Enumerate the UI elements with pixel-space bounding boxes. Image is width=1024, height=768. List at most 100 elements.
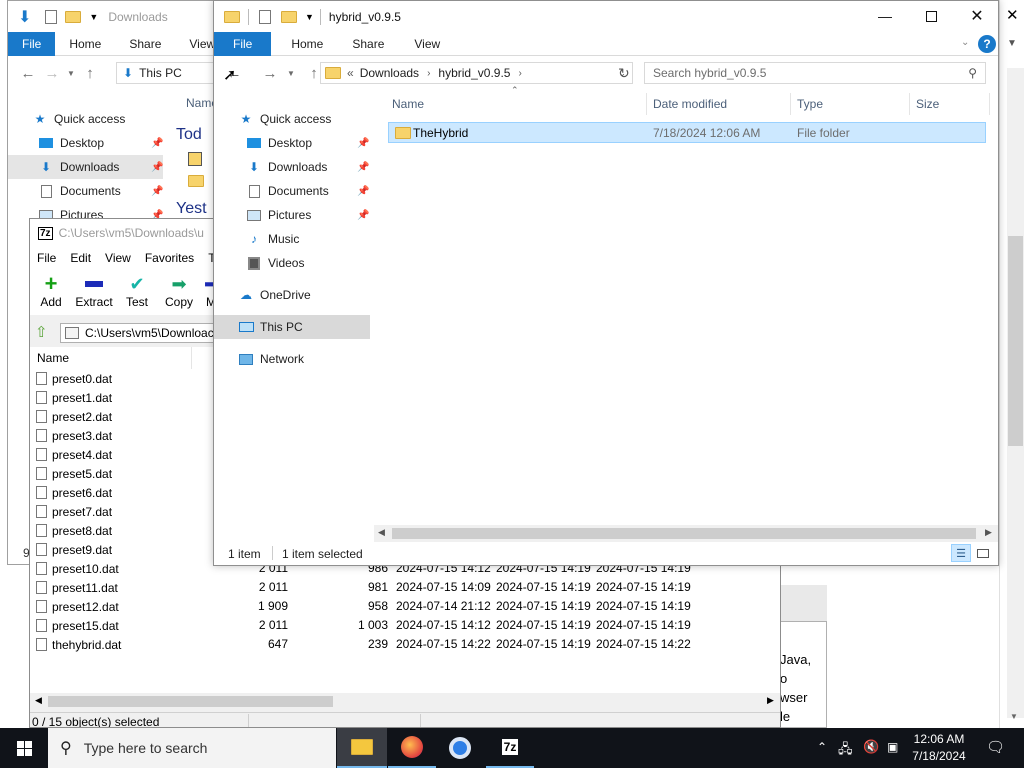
hscroll-thumb[interactable] (48, 696, 333, 707)
menu-edit[interactable]: Edit (70, 251, 91, 265)
back-button[interactable]: ← (16, 61, 40, 85)
tab-view[interactable]: View (399, 32, 455, 56)
column-header-date[interactable]: Date modified (647, 93, 791, 115)
close-icon[interactable]: ✕ (1006, 6, 1019, 24)
taskbar-search[interactable]: ⚲ Type here to search (48, 728, 336, 768)
up-folder-icon[interactable]: ⇧ (35, 323, 48, 341)
file-name: preset0.dat (52, 371, 113, 386)
volume-muted-icon[interactable]: 🔇 (863, 739, 879, 755)
list-item[interactable]: preset11.dat 2 011 981 2024-07-15 14:09 2024… (30, 578, 780, 597)
new-folder-icon[interactable] (281, 10, 297, 23)
help-icon[interactable]: ? (978, 35, 996, 53)
nav-onedrive[interactable]: ☁ OneDrive (238, 283, 311, 307)
breadcrumb-downloads[interactable]: Downloads (360, 66, 419, 80)
nav-this-pc[interactable]: This PC (238, 315, 303, 339)
taskbar-firefox[interactable] (388, 728, 436, 768)
notifications-icon[interactable]: 🗨 (986, 738, 1005, 756)
tab-share[interactable]: Share (337, 32, 399, 56)
search-input[interactable]: Search hybrid_v0.9.5 ⚲ (644, 62, 986, 84)
quick-toolbar-dropdown-icon[interactable]: ▼ (305, 12, 314, 22)
nav-quick-access[interactable]: ★ Quick access (238, 107, 332, 131)
taskbar-chrome[interactable] (436, 728, 484, 768)
new-folder-icon[interactable] (65, 10, 82, 23)
close-button[interactable]: ✕ (954, 1, 998, 31)
extract-button[interactable]: Extract (74, 273, 114, 309)
menu-view[interactable]: View (105, 251, 131, 265)
properties-icon[interactable] (259, 9, 271, 24)
scroll-right-icon[interactable]: ▶ (767, 695, 774, 706)
copy-button[interactable]: ➡ Copy (162, 273, 196, 309)
tab-file[interactable]: File (8, 31, 56, 56)
nav-downloads[interactable]: ⬇ Downloads (246, 155, 327, 179)
test-button[interactable]: ✔ Test (122, 273, 152, 309)
breadcrumb-separator-icon: › (518, 67, 522, 79)
scroll-left-icon[interactable]: ◀ (378, 527, 385, 538)
nav-documents[interactable]: Documents (38, 179, 121, 203)
nav-pictures[interactable]: Pictures (246, 203, 311, 227)
nav-desktop[interactable]: Desktop (38, 131, 104, 155)
column-header-name[interactable]: Name (386, 93, 647, 115)
taskbar-7zip[interactable]: 7z (486, 728, 534, 768)
nav-documents[interactable]: Documents (246, 179, 329, 203)
address-bar[interactable]: « Downloads › hybrid_v0.9.5 › ⌄ (320, 62, 633, 84)
maximize-button[interactable] (908, 1, 954, 31)
up-button[interactable]: ↑ (78, 61, 102, 85)
content-hscroll[interactable]: ◀ ▶ (374, 525, 998, 542)
forward-button[interactable]: → (258, 61, 282, 85)
tab-home[interactable]: Home (55, 32, 115, 56)
tab-home[interactable]: Home (271, 32, 337, 56)
tab-share[interactable]: Share (115, 32, 175, 56)
network-tray-icon[interactable]: 🖧 (838, 740, 853, 762)
nav-quick-access[interactable]: ★ Quick access (32, 107, 126, 131)
taskbar-file-explorer[interactable] (337, 728, 387, 768)
list-item[interactable]: preset15.dat 2 011 1 003 2024-07-15 14:12 20… (30, 616, 780, 635)
column-header-type[interactable]: Type (791, 93, 910, 115)
large-icons-view-button[interactable] (974, 545, 992, 561)
minimize-button[interactable]: — (862, 1, 908, 31)
quick-toolbar-dropdown-icon[interactable]: ▼ (89, 12, 98, 22)
ribbon-expand-icon[interactable]: ⌄ (961, 37, 969, 48)
scroll-left-icon[interactable]: ◀ (35, 695, 42, 706)
start-button[interactable] (0, 728, 48, 768)
list-item[interactable]: thehybrid.dat 647 239 2024-07-15 14:22 2024-… (30, 635, 780, 654)
refresh-icon[interactable]: ↻ (618, 65, 630, 82)
forward-button[interactable]: → (40, 61, 64, 85)
scroll-down-icon[interactable]: ▼ (1010, 712, 1018, 721)
file-icon (36, 391, 47, 404)
nav-downloads[interactable]: ⬇ Downloads (38, 155, 119, 179)
hscroll-thumb[interactable] (392, 528, 976, 539)
scroll-right-icon[interactable]: ▶ (985, 527, 992, 538)
scrollbar-thumb[interactable] (1008, 236, 1023, 446)
details-view-button[interactable]: ☰ (951, 544, 971, 562)
nav-music[interactable]: ♪ Music (246, 227, 299, 251)
group-today[interactable]: Tod (176, 126, 202, 144)
tab-file[interactable]: File (214, 31, 272, 56)
chevron-down-icon[interactable]: ▼ (1007, 38, 1017, 49)
clock-date[interactable]: 7/18/2024 (905, 749, 973, 763)
breadcrumb-current[interactable]: hybrid_v0.9.5 (438, 66, 510, 80)
menu-file[interactable]: File (37, 251, 56, 265)
sevenzip-hscroll[interactable]: ◀ ▶ (30, 693, 780, 710)
file-row-selected[interactable]: TheHybrid 7/18/2024 12:06 AM File folder (388, 122, 986, 143)
clock-time[interactable]: 12:06 AM (905, 732, 973, 746)
group-yesterday[interactable]: Yest (176, 200, 207, 218)
list-item[interactable]: preset12.dat 1 909 958 2024-07-14 21:12 2024… (30, 597, 780, 616)
column-header-size[interactable]: Size (910, 93, 990, 115)
nav-label: OneDrive (260, 288, 311, 302)
menu-favorites[interactable]: Favorites (145, 251, 194, 265)
properties-icon[interactable] (45, 9, 58, 24)
show-hidden-icons[interactable]: ⌃ (817, 740, 827, 754)
recent-dropdown-icon[interactable]: ▼ (282, 61, 300, 85)
file-accessed: 2024-07-15 14:22 (596, 637, 691, 651)
column-header-name[interactable]: Name (30, 347, 192, 369)
star-icon: ★ (34, 112, 46, 126)
nav-desktop[interactable]: Desktop (246, 131, 312, 155)
recent-dropdown-icon[interactable]: ▼ (64, 61, 78, 85)
nav-videos[interactable]: Videos (246, 251, 304, 275)
breadcrumb-overflow[interactable]: « (347, 66, 354, 80)
add-button[interactable]: + Add (36, 273, 66, 310)
nav-network[interactable]: Network (238, 347, 304, 371)
address-folder-icon (325, 67, 341, 79)
search-icon[interactable]: ⚲ (968, 66, 977, 80)
display-tray-icon[interactable]: ▣ (887, 740, 898, 754)
